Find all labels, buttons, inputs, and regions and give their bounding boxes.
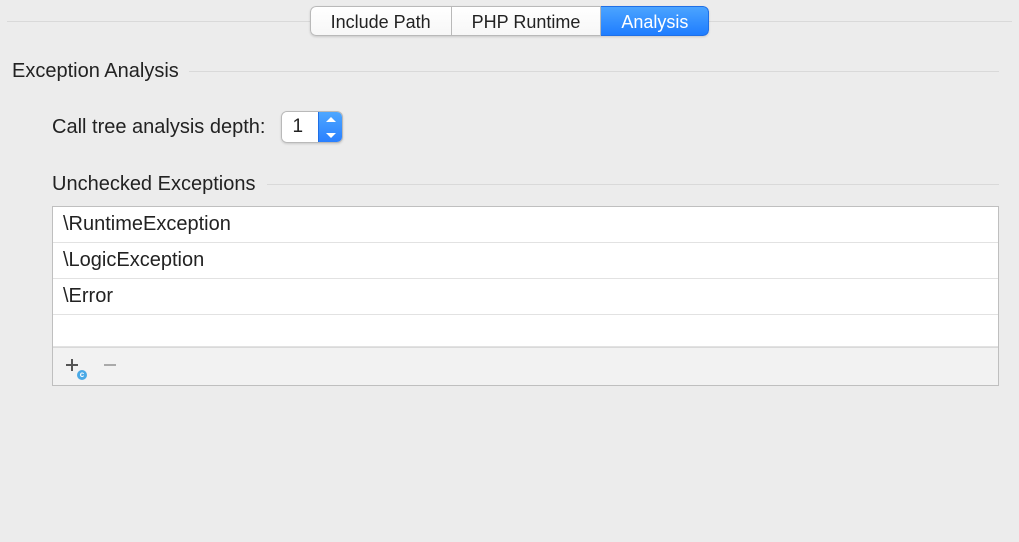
add-button[interactable]: c [61,356,83,378]
tab-include-path[interactable]: Include Path [310,6,452,36]
tabs-container: Include Path PHP Runtime Analysis [0,6,1019,36]
minus-icon [103,356,117,377]
tab-label: Analysis [621,12,688,33]
remove-button[interactable] [99,356,121,378]
tab-analysis[interactable]: Analysis [601,6,709,36]
add-badge: c [77,370,87,380]
analysis-panel [7,21,1012,542]
segmented-control: Include Path PHP Runtime Analysis [310,6,710,36]
tab-label: Include Path [331,12,431,33]
tab-php-runtime[interactable]: PHP Runtime [452,6,602,36]
tab-label: PHP Runtime [472,12,581,33]
